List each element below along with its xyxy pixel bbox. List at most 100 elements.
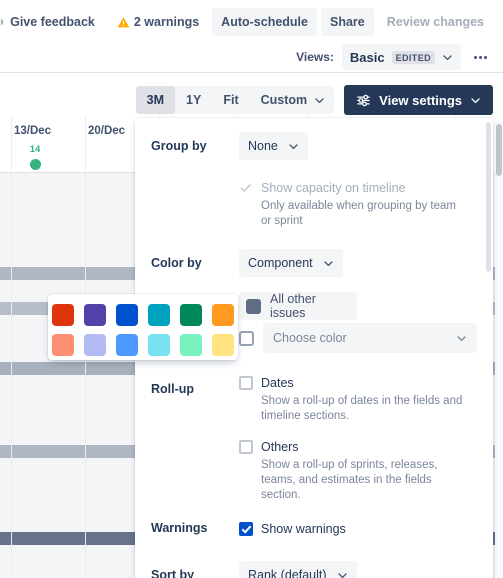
timeline-view-settings-screen: Give feedback 2 warnings Auto-schedule S… xyxy=(0,0,503,578)
rollup-label: Roll-up xyxy=(151,375,239,507)
chevron-down-icon xyxy=(314,95,325,106)
show-warnings-checkbox[interactable] xyxy=(239,522,253,536)
range-fit-label: Fit xyxy=(223,93,238,107)
auto-schedule-button[interactable]: Auto-schedule xyxy=(212,8,317,36)
color-by-value: Component xyxy=(248,256,313,270)
timeline-date-label: 13/Dec xyxy=(14,125,51,137)
share-button[interactable]: Share xyxy=(321,8,374,36)
show-capacity-help: Only available when grouping by team or … xyxy=(261,199,466,229)
rollup-dates-line[interactable]: Dates xyxy=(239,375,477,391)
color-by-select[interactable]: Component xyxy=(239,249,343,277)
views-more-button[interactable] xyxy=(467,44,493,70)
color-swatch-grid xyxy=(60,304,226,356)
warnings-indicator[interactable]: 2 warnings xyxy=(108,8,208,36)
color-swatch-light-green[interactable] xyxy=(180,334,202,356)
timeline-date-label: 20/Dec xyxy=(88,125,125,137)
show-warnings-line[interactable]: Show warnings xyxy=(239,521,477,537)
sort-by-select[interactable]: Rank (default) xyxy=(239,561,357,578)
sort-by-value: Rank (default) xyxy=(248,568,327,578)
group-by-label: Group by xyxy=(151,132,239,160)
color-swatch-light-red[interactable] xyxy=(52,334,74,356)
range-button-3m[interactable]: 3M xyxy=(136,86,175,114)
timeline-column-divider xyxy=(11,116,12,578)
show-capacity-checkbox-line: Show capacity on timeline xyxy=(239,180,477,196)
color-by-label: Color by xyxy=(151,249,239,277)
auto-schedule-label: Auto-schedule xyxy=(221,15,308,29)
color-swatch-red[interactable] xyxy=(52,304,74,326)
views-row: Views: Basic EDITED xyxy=(0,42,503,72)
show-capacity-label: Show capacity on timeline xyxy=(261,180,406,196)
view-settings-label: View settings xyxy=(379,93,462,108)
all-other-issues-item[interactable]: All other issues xyxy=(239,292,357,320)
panel-scrollbar-thumb[interactable] xyxy=(486,122,491,272)
rollup-dates-checkbox[interactable] xyxy=(239,376,253,390)
rollup-others-help: Show a roll-up of sprints, releases, tea… xyxy=(261,458,466,503)
rollup-others-group: Others Show a roll-up of sprints, releas… xyxy=(239,439,477,503)
check-icon xyxy=(239,181,253,195)
timeline-controls: 3M 1Y Fit Custom View settings xyxy=(0,84,503,116)
views-label: Views: xyxy=(296,50,334,64)
show-capacity-checkbox xyxy=(239,181,253,195)
choose-color-select[interactable]: Choose color xyxy=(263,323,477,353)
review-changes-button: Review changes xyxy=(378,8,493,36)
warnings-row: Warnings Show warnings xyxy=(135,521,493,537)
today-marker-dot xyxy=(30,159,41,170)
view-settings-button[interactable]: View settings xyxy=(344,85,493,115)
color-picker-popover xyxy=(48,294,238,360)
all-other-issues-label: All other issues xyxy=(270,292,350,320)
sort-by-label: Sort by xyxy=(151,561,239,578)
rollup-others-line[interactable]: Others xyxy=(239,439,477,455)
color-swatch-green[interactable] xyxy=(180,304,202,326)
top-toolbar: Give feedback 2 warnings Auto-schedule S… xyxy=(0,0,503,44)
sliders-icon xyxy=(356,93,371,108)
show-warnings-label: Show warnings xyxy=(261,521,346,537)
today-marker: 14 xyxy=(22,145,48,170)
chevron-down-icon xyxy=(323,258,334,269)
warnings-label: 2 warnings xyxy=(134,15,199,29)
color-swatch-purple[interactable] xyxy=(84,304,106,326)
color-swatch-teal[interactable] xyxy=(148,304,170,326)
more-dot xyxy=(479,56,482,59)
choose-color-label: Choose color xyxy=(273,331,347,345)
chevron-down-icon xyxy=(470,95,481,106)
range-button-custom[interactable]: Custom xyxy=(250,86,335,114)
header-divider xyxy=(0,72,503,73)
review-changes-label: Review changes xyxy=(387,15,484,29)
sort-by-row: Sort by Rank (default) xyxy=(135,561,493,578)
all-other-issues-swatch[interactable] xyxy=(246,299,261,314)
vertical-scrollbar-thumb[interactable] xyxy=(496,124,502,176)
more-dot xyxy=(474,56,477,59)
more-dot xyxy=(484,56,487,59)
range-1y-label: 1Y xyxy=(186,93,201,107)
views-selector[interactable]: Basic EDITED xyxy=(342,44,461,70)
vertical-scrollbar-track[interactable] xyxy=(495,122,503,578)
color-swatch-light-orange[interactable] xyxy=(212,334,234,356)
today-marker-number: 14 xyxy=(22,145,48,155)
range-button-1y[interactable]: 1Y xyxy=(175,86,212,114)
range-custom-label: Custom xyxy=(261,93,308,107)
warning-triangle-icon xyxy=(117,16,130,29)
rollup-others-label: Others xyxy=(261,439,299,455)
views-edited-badge: EDITED xyxy=(392,51,435,64)
group-by-row: Group by None xyxy=(135,132,493,160)
choose-color-swatch[interactable] xyxy=(239,331,254,346)
rollup-others-checkbox[interactable] xyxy=(239,440,253,454)
share-label: Share xyxy=(330,15,365,29)
range-button-fit[interactable]: Fit xyxy=(212,86,249,114)
group-by-value: None xyxy=(248,139,278,153)
group-by-select[interactable]: None xyxy=(239,132,308,160)
color-swatch-light-purple[interactable] xyxy=(84,334,106,356)
chevron-down-icon xyxy=(442,52,453,63)
rollup-dates-label: Dates xyxy=(261,375,294,391)
color-swatch-light-teal[interactable] xyxy=(148,334,170,356)
rollup-dates-help: Show a roll-up of dates in the fields an… xyxy=(261,394,466,424)
give-feedback-button[interactable]: Give feedback xyxy=(0,8,104,36)
timeline-range-segmented-control: 3M 1Y Fit Custom xyxy=(136,86,334,114)
chevron-down-icon xyxy=(456,333,467,344)
color-swatch-orange[interactable] xyxy=(212,304,234,326)
color-by-row: Color by Component xyxy=(135,249,493,277)
megaphone-icon xyxy=(0,15,4,29)
color-swatch-blue[interactable] xyxy=(116,304,138,326)
rollup-row: Roll-up Dates Show a roll-up of dates in… xyxy=(135,375,493,507)
color-swatch-light-blue[interactable] xyxy=(116,334,138,356)
